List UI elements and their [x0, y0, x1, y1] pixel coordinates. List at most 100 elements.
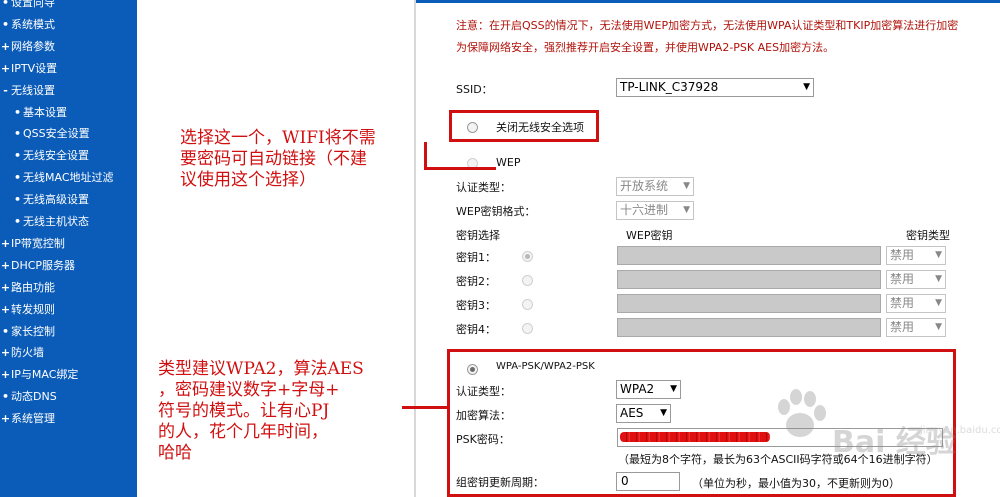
bullet-icon: •	[1, 0, 10, 9]
chevron-down-icon: ▼	[935, 298, 942, 308]
sidebar-item[interactable]: - 无线设置	[0, 81, 55, 101]
wep-format-label: WEP密钥格式：	[456, 205, 536, 218]
key2-radio[interactable]	[522, 275, 533, 286]
bullet-icon: +	[0, 346, 11, 360]
sidebar-item[interactable]: +路由功能	[0, 278, 55, 298]
key2-type-value: 禁用	[890, 272, 915, 286]
key4-type-value: 禁用	[890, 320, 915, 334]
bullet-icon: +	[0, 236, 11, 250]
key1-label: 密钥1：	[456, 251, 496, 264]
bullet-icon: +	[0, 302, 11, 316]
sidebar-item[interactable]: • 无线MAC地址过滤	[12, 168, 114, 188]
bullet-icon: +	[0, 280, 11, 294]
bullet-icon: •	[13, 193, 22, 207]
annotation-1-line: 选择这一个，WIFI将不需	[180, 128, 376, 148]
key-select-header: 密钥选择	[456, 229, 500, 242]
key1-type-value: 禁用	[890, 248, 915, 262]
chevron-down-icon: ▼	[683, 205, 690, 215]
ssid-select[interactable]: TP-LINK_C37928 ▼	[616, 78, 814, 97]
wep-key-header: WEP密钥	[626, 229, 673, 242]
sidebar-item[interactable]: +系统管理	[0, 409, 55, 429]
sidebar-item-label: 网络参数	[11, 39, 55, 53]
wep-format-select[interactable]: 十六进制 ▼	[616, 201, 694, 220]
sidebar-item[interactable]: • 基本设置	[12, 103, 67, 123]
key1-input[interactable]	[617, 246, 881, 265]
bullet-icon: •	[13, 105, 22, 119]
bullet-icon: •	[13, 127, 22, 141]
notice-line-2: 为保障网络安全，强烈推荐开启安全设置，并使用WPA2-PSK AES加密方法。	[456, 41, 835, 54]
wep-label: WEP	[496, 156, 521, 169]
chevron-down-icon: ▼	[935, 250, 942, 260]
connector-line	[424, 142, 427, 170]
annotation-1: 选择这一个，WIFI将不需 要密码可自动链接（不建 议使用这个选择）	[180, 128, 376, 191]
sidebar-item-label: QSS安全设置	[23, 127, 90, 141]
key2-input[interactable]	[617, 270, 881, 289]
watermark-sub: jingyan.baidu.com	[920, 425, 1000, 436]
annotation-2-line: 类型建议WPA2，算法AES	[158, 359, 364, 379]
chevron-down-icon: ▼	[935, 274, 942, 284]
sidebar-item[interactable]: • 设置向导	[0, 0, 55, 13]
key3-type-value: 禁用	[890, 296, 915, 310]
bullet-icon: •	[13, 171, 22, 185]
sidebar-item-label: 无线MAC地址过滤	[23, 171, 114, 185]
key1-radio[interactable]	[522, 251, 533, 262]
bullet-icon: •	[1, 324, 10, 338]
sidebar-item-label: 无线安全设置	[23, 149, 89, 163]
sidebar-item[interactable]: +IP与MAC绑定	[0, 365, 79, 385]
connector-line	[424, 167, 496, 170]
sidebar-item[interactable]: +网络参数	[0, 37, 55, 57]
sidebar-item-label: 转发规则	[11, 302, 55, 316]
chevron-down-icon: ▼	[803, 82, 810, 92]
annotation-2: 类型建议WPA2，算法AES ，密码建议数字+字母+ 符号的模式。让有心PJ 的…	[158, 359, 364, 464]
sidebar-item-label: 无线高级设置	[23, 193, 89, 207]
chevron-down-icon: ▼	[935, 322, 942, 332]
bullet-icon: •	[13, 149, 22, 163]
wep-auth-label: 认证类型：	[456, 181, 511, 194]
bullet-icon: •	[1, 390, 10, 404]
bullet-icon: +	[0, 39, 11, 53]
bullet-icon: •	[13, 215, 22, 228]
annotation-1-line: 议使用这个选择）	[180, 170, 316, 190]
sidebar-item[interactable]: +DHCP服务器	[0, 256, 75, 276]
sidebar-item-label: 家长控制	[11, 324, 55, 338]
sidebar-item-label: IP与MAC绑定	[11, 368, 79, 382]
key4-input[interactable]	[617, 318, 881, 337]
sidebar-item-label: IP带宽控制	[11, 236, 65, 250]
sidebar-item[interactable]: • 动态DNS	[0, 387, 57, 407]
sidebar-item[interactable]: +防火墙	[0, 343, 44, 363]
sidebar-item[interactable]: • 家长控制	[0, 322, 55, 342]
sidebar-item-label: 无线主机状态	[23, 215, 89, 228]
sidebar-item[interactable]: • 无线主机状态	[12, 212, 89, 232]
bullet-icon: +	[0, 368, 11, 382]
wep-format-value: 十六进制	[620, 203, 669, 217]
sidebar-item[interactable]: • 无线高级设置	[12, 190, 89, 210]
key4-type-select[interactable]: 禁用 ▼	[886, 318, 946, 337]
key2-type-select[interactable]: 禁用 ▼	[886, 270, 946, 289]
key4-radio[interactable]	[522, 323, 533, 334]
connector-line	[402, 406, 450, 409]
sidebar-item[interactable]: +转发规则	[0, 300, 55, 320]
sidebar-item[interactable]: +IPTV设置	[0, 59, 57, 79]
ssid-value: TP-LINK_C37928	[620, 80, 719, 94]
key3-type-select[interactable]: 禁用 ▼	[886, 294, 946, 313]
annotation-2-line: 符号的模式。让有心PJ	[158, 401, 330, 421]
sidebar-item[interactable]: • 系统模式	[0, 15, 55, 35]
bullet-icon: +	[0, 61, 11, 75]
watermark-text: Bai 经验	[832, 425, 956, 460]
wep-auth-select[interactable]: 开放系统 ▼	[616, 177, 694, 196]
sidebar-item-label: 动态DNS	[11, 390, 57, 404]
disable-security-highlight	[449, 110, 599, 142]
bullet-icon: +	[0, 412, 11, 426]
sidebar-item-label: 路由功能	[11, 280, 55, 294]
sidebar-item-label: IPTV设置	[11, 61, 58, 75]
key3-radio[interactable]	[522, 299, 533, 310]
sidebar-item[interactable]: • QSS安全设置	[12, 124, 90, 144]
key1-type-select[interactable]: 禁用 ▼	[886, 246, 946, 265]
sidebar-item[interactable]: +IP带宽控制	[0, 234, 65, 254]
paw-icon	[778, 389, 826, 437]
annotation-2-line: 的人，花个几年时间，	[158, 422, 328, 442]
sidebar-item-label: 防火墙	[11, 346, 44, 360]
key3-input[interactable]	[617, 294, 881, 313]
bullet-icon: +	[0, 258, 11, 272]
sidebar-item[interactable]: • 无线安全设置	[12, 146, 89, 166]
